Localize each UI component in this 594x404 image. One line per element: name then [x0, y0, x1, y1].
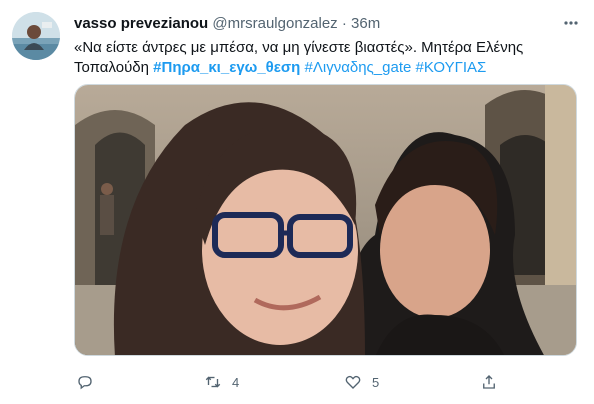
separator-dot: ·: [341, 15, 347, 32]
tweet-text-line-2: Τοπαλούδη #Πηρα_κι_εγω_θεση #Λιγναδης_ga…: [74, 58, 554, 78]
avatar[interactable]: [12, 12, 60, 60]
like-count: 5: [372, 374, 380, 390]
avatar-image: [12, 12, 60, 60]
tweet-text-line-1: «Να είστε άντρες με μπέσα, να μη γίνεστε…: [74, 39, 524, 56]
retweet-button[interactable]: 4: [204, 370, 239, 394]
like-button[interactable]: 5: [344, 370, 379, 394]
hashtag-link[interactable]: #ΚΟΥΓΙΑΣ: [416, 59, 487, 76]
hashtag-link[interactable]: #Λιγναδης_gate: [305, 59, 412, 76]
retweet-count: 4: [232, 374, 240, 390]
tweet-text: «Να είστε άντρες με μπέσα, να μη γίνεστε…: [74, 38, 554, 78]
reply-button[interactable]: [76, 370, 94, 394]
timestamp[interactable]: 36m: [351, 15, 380, 32]
tweet-text-name: Τοπαλούδη: [74, 59, 149, 76]
tweet-card[interactable]: vasso prevezianou @mrsraulgonzalez · 36m…: [0, 0, 594, 404]
user-handle[interactable]: @mrsraulgonzalez: [212, 15, 337, 32]
display-name[interactable]: vasso prevezianou: [74, 15, 208, 32]
reply-icon: [78, 376, 92, 390]
tweet-actions: 4 5: [74, 370, 514, 394]
heart-icon: [345, 375, 361, 389]
tweet-photo[interactable]: [74, 84, 577, 356]
retweet-icon: [205, 376, 221, 388]
more-options-button[interactable]: [558, 10, 584, 36]
more-icon: [564, 21, 578, 25]
photo-image: [75, 85, 576, 355]
tweet-header: vasso prevezianou @mrsraulgonzalez · 36m: [74, 14, 380, 34]
share-icon: [483, 375, 495, 389]
hashtag-link[interactable]: #Πηρα_κι_εγω_θεση: [153, 59, 300, 76]
share-button[interactable]: [480, 370, 498, 394]
